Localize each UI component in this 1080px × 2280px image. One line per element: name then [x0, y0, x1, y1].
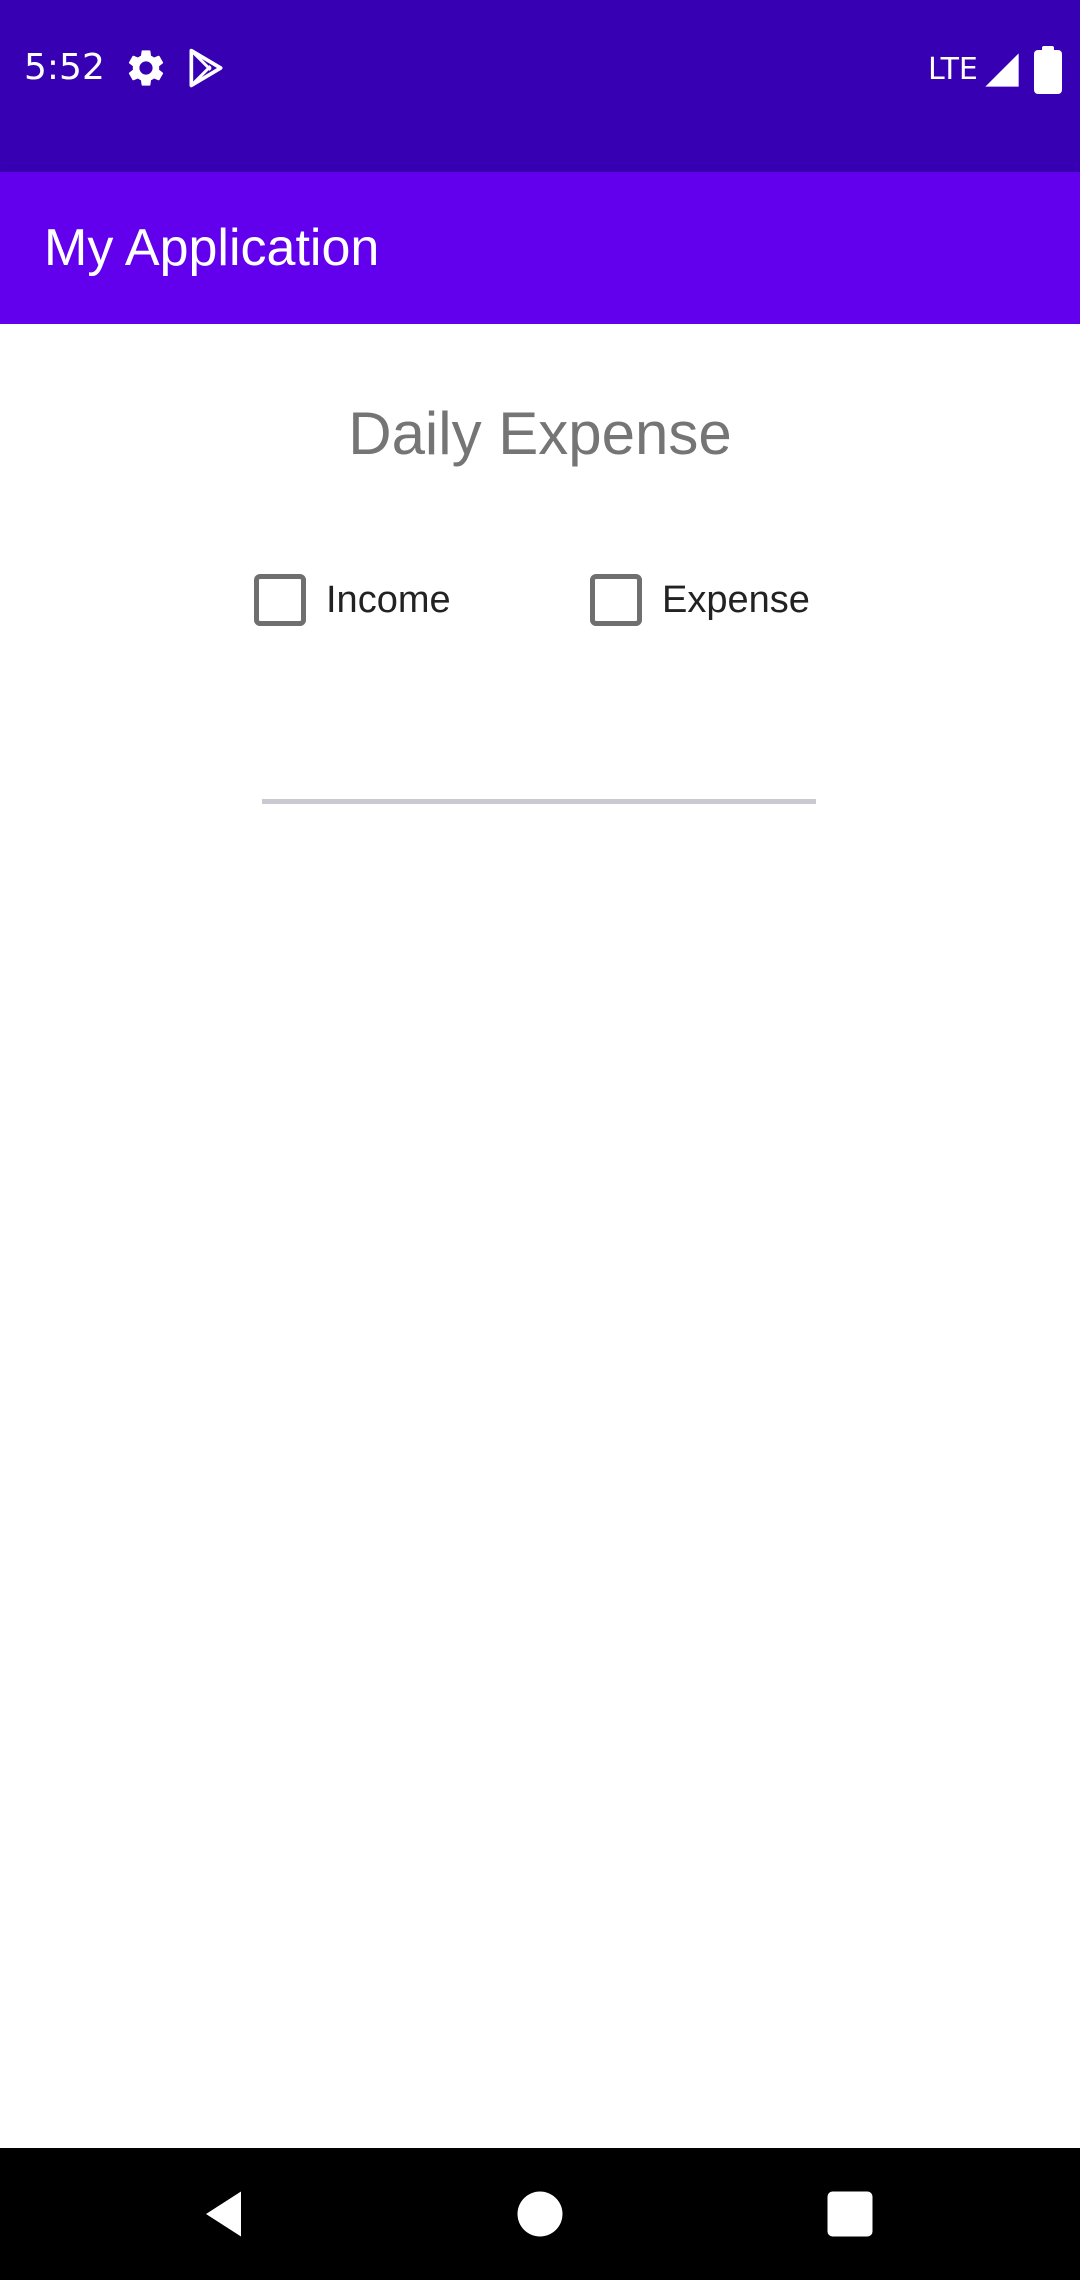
income-checkbox-label: Income — [326, 579, 451, 621]
app-bar: My Application — [0, 172, 1080, 324]
status-bar: 5:52 LTE — [0, 0, 1080, 172]
network-type: LTE — [928, 52, 978, 87]
income-checkbox[interactable]: Income — [254, 570, 451, 630]
expense-checkbox[interactable]: Expense — [590, 570, 810, 630]
app-title: My Application — [44, 219, 380, 277]
navigation-bar — [0, 2148, 1080, 2280]
income-checkbox-box[interactable] — [254, 574, 306, 626]
status-time: 5:52 — [24, 47, 105, 88]
page-title: Daily Expense — [348, 400, 732, 467]
main-content: Daily Expense Income Expense — [0, 324, 1080, 2148]
expense-checkbox-box[interactable] — [590, 574, 642, 626]
signal-icon — [982, 50, 1022, 90]
battery-icon — [1034, 46, 1062, 94]
back-icon[interactable] — [196, 2184, 256, 2244]
recents-icon[interactable] — [820, 2184, 880, 2244]
play-store-icon — [184, 46, 228, 90]
amount-input[interactable] — [262, 724, 816, 804]
expense-checkbox-label: Expense — [662, 579, 810, 621]
gear-icon — [124, 46, 168, 90]
home-icon[interactable] — [510, 2184, 570, 2244]
screen: 5:52 LTE My Application Daily Expense In… — [0, 0, 1080, 2280]
